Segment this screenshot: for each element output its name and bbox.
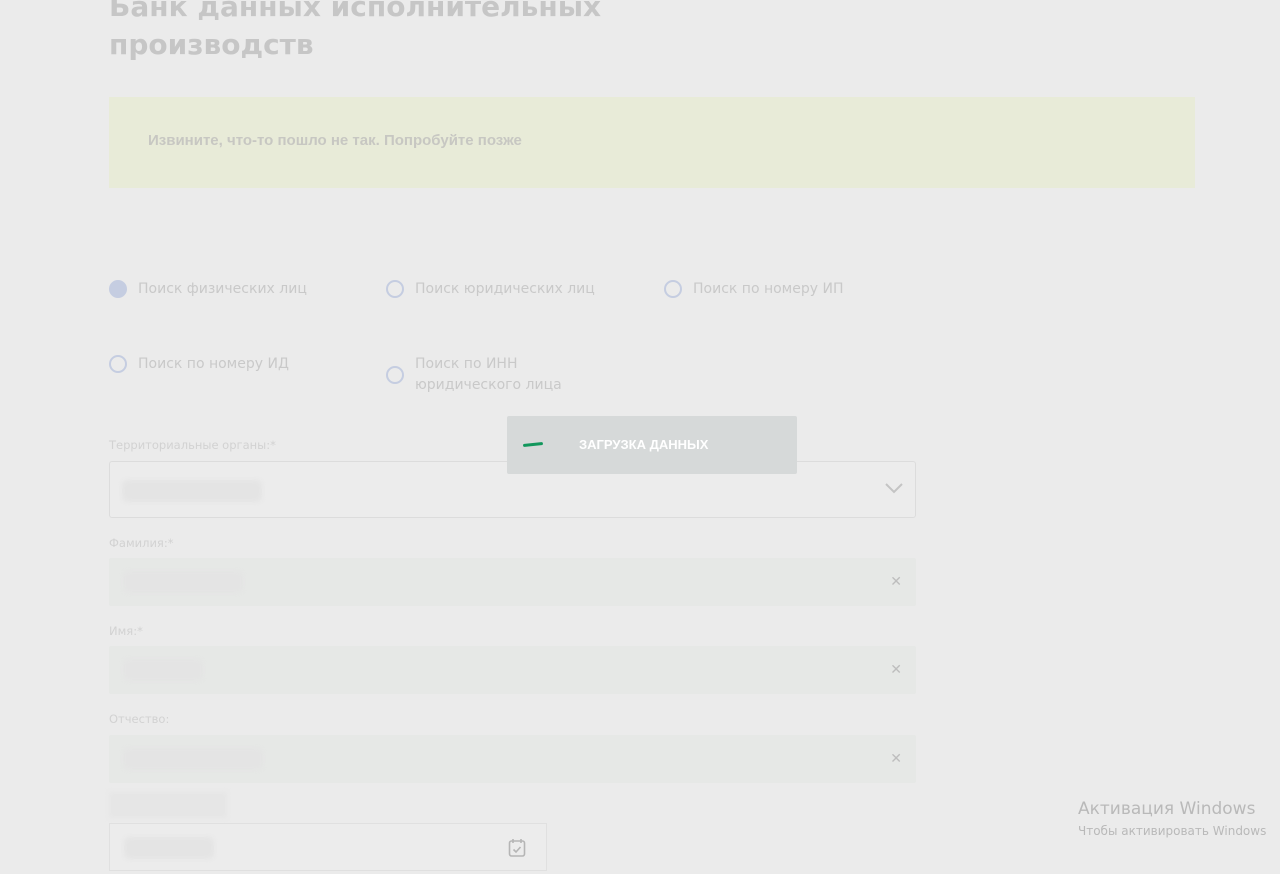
radio-search-ip-number[interactable]: Поиск по номеру ИП <box>664 279 843 300</box>
radio-circle <box>386 280 404 298</box>
firstname-input[interactable]: ✕ <box>109 646 916 694</box>
loading-text: ЗАГРУЗКА ДАННЫХ <box>579 437 709 452</box>
select-value-placeholder <box>122 480 262 502</box>
radio-circle <box>386 366 404 384</box>
territorial-label: Территориальные органы:* <box>109 438 276 452</box>
radio-search-individuals[interactable]: Поиск физических лиц <box>109 279 307 300</box>
radio-circle-checked <box>109 280 127 298</box>
radio-label: Поиск по номеру ИП <box>693 281 844 297</box>
birthdate-input[interactable] <box>109 823 547 871</box>
error-alert: Извините, что-то пошло не так. Попробуйт… <box>109 97 1195 188</box>
spinner-icon <box>522 441 544 448</box>
radio-label: Поиск юридических лиц <box>415 281 595 297</box>
radio-label: Поиск по номеру ИД <box>138 356 289 372</box>
windows-activation-subtitle: Чтобы активировать Windows <box>1078 824 1267 838</box>
chevron-down-icon <box>885 483 903 494</box>
patronymic-label: Отчество: <box>109 712 170 726</box>
input-value-placeholder <box>123 659 203 681</box>
close-icon[interactable]: ✕ <box>890 752 902 766</box>
radio-search-id-number[interactable]: Поиск по номеру ИД <box>109 354 289 375</box>
close-icon[interactable]: ✕ <box>890 575 902 589</box>
radio-label: Поиск по ИНН юридического лица <box>415 356 562 393</box>
radio-search-legal-entities[interactable]: Поиск юридических лиц <box>386 279 595 300</box>
page: Банк данных исполнительных производств И… <box>0 0 1280 874</box>
radio-circle <box>109 355 127 373</box>
input-value-placeholder <box>123 571 243 593</box>
lastname-input[interactable]: ✕ <box>109 558 916 606</box>
calendar-icon[interactable] <box>508 838 526 858</box>
radio-search-inn[interactable]: Поиск по ИНН юридического лица <box>386 354 606 396</box>
radio-circle <box>664 280 682 298</box>
error-message: Извините, что-то пошло не так. Попробуйт… <box>148 132 522 149</box>
windows-activation-title: Активация Windows <box>1078 799 1256 819</box>
radio-label: Поиск физических лиц <box>138 281 307 297</box>
close-icon[interactable]: ✕ <box>890 663 902 677</box>
firstname-label: Имя:* <box>109 624 143 638</box>
date-label-placeholder <box>109 792 227 818</box>
loading-indicator: ЗАГРУЗКА ДАННЫХ <box>507 416 797 474</box>
patronymic-input[interactable]: ✕ <box>109 735 916 783</box>
lastname-label: Фамилия:* <box>109 536 174 550</box>
input-value-placeholder <box>123 748 263 770</box>
page-title: Банк данных исполнительных производств <box>109 0 602 61</box>
input-value-placeholder <box>124 837 214 859</box>
